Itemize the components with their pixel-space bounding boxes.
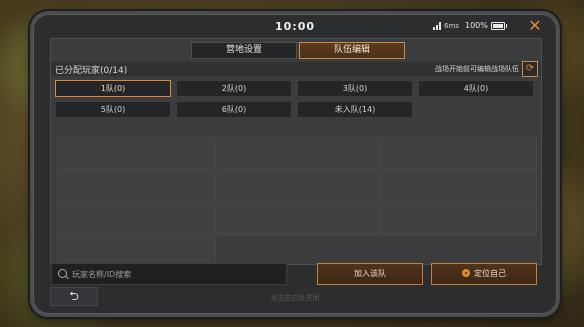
tab-camp-settings[interactable]: 营地设置 [191, 42, 297, 59]
player-slot[interactable] [380, 203, 537, 235]
player-slot[interactable] [57, 137, 216, 169]
player-slot[interactable] [380, 170, 537, 202]
team-5-button[interactable]: 5队(0) [55, 101, 171, 118]
join-team-button[interactable]: 加入该队 [317, 263, 423, 285]
team-6-button[interactable]: 6队(0) [176, 101, 292, 118]
unassigned-team-button[interactable]: 未入队(14) [297, 101, 413, 118]
menu-window: 10:00 6ms 100% ✕ 营地设置 队伍编辑 已分配玩家(0/14) 战… [30, 11, 560, 317]
player-slot[interactable] [217, 137, 379, 169]
player-slot[interactable] [217, 170, 379, 202]
join-team-label: 加入该队 [354, 269, 386, 278]
player-slot[interactable] [57, 203, 216, 235]
team-edit-panel: 营地设置 队伍编辑 已分配玩家(0/14) 战场开始前可编辑战场队伍 ⟳ 1队(… [50, 38, 542, 266]
ping-text: 6ms [444, 22, 459, 30]
close-icon[interactable]: ✕ [527, 18, 543, 34]
tab-bar: 营地设置 队伍编辑 [191, 42, 405, 59]
close-hint: 点击空白处关闭 [270, 294, 320, 302]
locate-icon [462, 269, 470, 277]
player-slot[interactable] [57, 170, 216, 202]
locate-self-label: 定位自己 [474, 269, 506, 278]
locate-self-button[interactable]: 定位自己 [431, 263, 537, 285]
section-header: 已分配玩家(0/14) 战场开始前可编辑战场队伍 ⟳ [51, 61, 541, 77]
search-icon [58, 269, 67, 278]
player-slot[interactable] [217, 203, 379, 235]
battery-icon [491, 22, 507, 30]
player-slot-grid [57, 137, 537, 266]
player-slot[interactable] [380, 137, 537, 169]
refresh-icon[interactable]: ⟳ [522, 61, 538, 77]
tab-team-edit[interactable]: 队伍编辑 [299, 42, 405, 59]
assigned-players-count: 已分配玩家(0/14) [55, 66, 128, 76]
team-2-button[interactable]: 2队(0) [176, 80, 292, 97]
team-1-button[interactable]: 1队(0) [55, 80, 171, 97]
battery-text: 100% [465, 21, 488, 30]
team-3-button[interactable]: 3队(0) [297, 80, 413, 97]
edit-note: 战场开始前可编辑战场队伍 [435, 65, 519, 73]
signal-icon [433, 22, 443, 30]
search-input[interactable] [72, 264, 277, 284]
player-slot[interactable] [57, 236, 216, 266]
search-bar[interactable] [51, 263, 287, 285]
team-4-button[interactable]: 4队(0) [418, 80, 534, 97]
status-bar: 10:00 6ms 100% ✕ [33, 14, 557, 38]
